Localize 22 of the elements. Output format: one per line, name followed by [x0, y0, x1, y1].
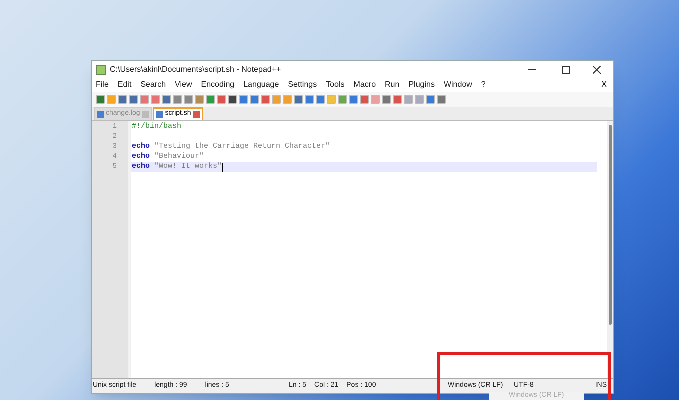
menu-item[interactable]: Run — [385, 79, 400, 91]
menu-item[interactable]: Macro — [354, 79, 376, 91]
menu-item[interactable]: ? — [481, 79, 486, 91]
menu-item[interactable]: Tools — [326, 79, 345, 91]
close-document-button[interactable]: X — [602, 79, 609, 91]
menu-item[interactable]: Settings — [288, 79, 318, 91]
menu-item[interactable]: File — [96, 79, 109, 91]
scrollbar[interactable] — [607, 121, 613, 378]
menu-item[interactable]: Plugins — [408, 79, 435, 91]
scrollbar-thumb[interactable] — [608, 125, 612, 325]
menu-item[interactable]: View — [175, 79, 192, 91]
close-icon[interactable] — [593, 66, 601, 74]
menu-item[interactable]: Search — [140, 79, 166, 91]
maximize-icon[interactable] — [562, 66, 570, 74]
window-title: C:\Users\akinl\Documents\script.sh - Notepad++ — [110, 64, 282, 76]
menu-item[interactable]: Encoding — [201, 79, 235, 91]
text-cursor — [222, 162, 224, 172]
menu-item[interactable]: Edit — [118, 79, 132, 91]
notepad-logo-icon — [96, 64, 106, 74]
close-tab-icon[interactable] — [193, 111, 200, 118]
menu-item[interactable]: Window — [444, 79, 472, 91]
menu-item[interactable]: Language — [244, 79, 280, 91]
